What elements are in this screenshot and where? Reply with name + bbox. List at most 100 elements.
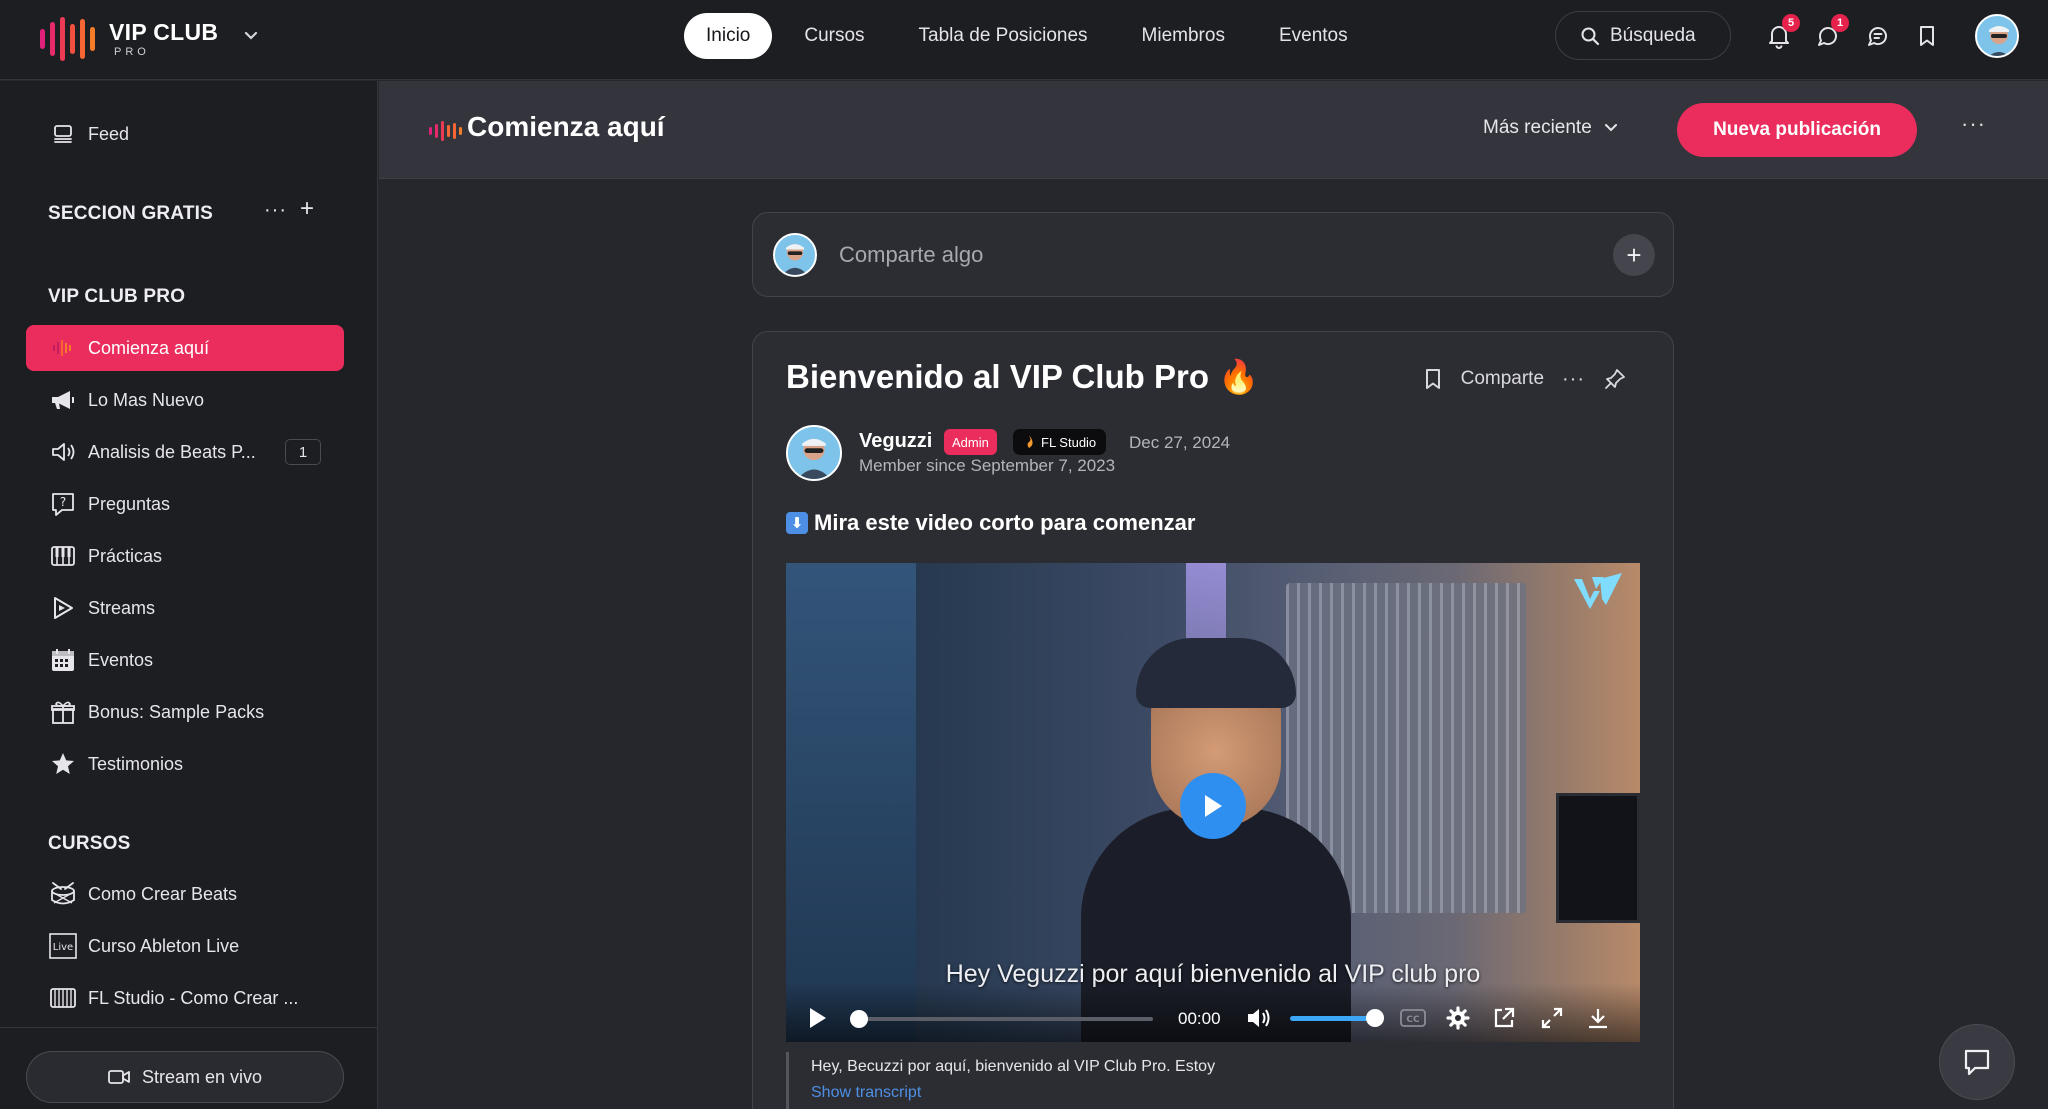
stream-live-button[interactable]: Stream en vivo — [26, 1051, 344, 1103]
nav-inicio[interactable]: Inicio — [684, 13, 773, 59]
sidebar: Feed SECCION GRATIS ··· + VIP CLUB PRO C… — [0, 81, 378, 1109]
bookmarks-button[interactable] — [1914, 22, 1940, 50]
sidebar-item-label: Comienza aquí — [88, 337, 210, 358]
new-post-button[interactable]: Nueva publicación — [1677, 103, 1917, 157]
more-options-icon[interactable]: ··· — [1961, 111, 1986, 137]
top-navigation-bar: VIP CLUB PRO Inicio Cursos Tabla de Posi… — [0, 0, 2048, 80]
author-avatar[interactable] — [786, 425, 842, 481]
settings-button[interactable] — [1446, 1005, 1470, 1031]
pin-icon[interactable] — [1603, 367, 1627, 391]
add-space-icon[interactable]: + — [300, 195, 314, 223]
play-control[interactable] — [808, 1005, 828, 1031]
chevron-down-icon — [1604, 124, 1617, 132]
sidebar-item-curso-ableton-live[interactable]: Live Curso Ableton Live — [26, 923, 344, 969]
chat-launcher-button[interactable] — [1939, 1024, 2015, 1100]
direct-messages-button[interactable] — [1865, 22, 1891, 50]
nav-eventos[interactable]: Eventos — [1257, 13, 1370, 59]
brand-bars-icon — [48, 333, 78, 363]
post-composer[interactable]: Comparte algo + — [752, 212, 1674, 297]
composer-placeholder[interactable]: Comparte algo — [839, 242, 983, 268]
gear-icon — [1446, 1006, 1470, 1030]
share-button[interactable]: Comparte — [1461, 368, 1544, 390]
sidebar-item-feed[interactable]: Feed — [26, 111, 344, 157]
brand-subtitle: PRO — [114, 45, 150, 58]
brand-bars-icon — [429, 121, 462, 141]
video-frame-monitor — [1556, 793, 1640, 923]
sidebar-item-eventos[interactable]: Eventos — [26, 637, 344, 683]
arrow-down-icon: ⬇ — [786, 512, 808, 534]
vip-club-logo[interactable]: VIP CLUB PRO — [40, 16, 218, 62]
sidebar-item-bonus-sample-packs[interactable]: Bonus: Sample Packs — [26, 689, 344, 735]
post-intro-text: Mira este video corto para comenzar — [814, 510, 1196, 535]
sidebar-item-practicas[interactable]: Prácticas — [26, 533, 344, 579]
nav-cursos[interactable]: Cursos — [782, 13, 886, 59]
main-nav: Inicio Cursos Tabla de Posiciones Miembr… — [684, 13, 1380, 59]
bookmark-icon[interactable] — [1423, 367, 1443, 391]
play-icon — [48, 593, 78, 623]
sidebar-item-testimonios[interactable]: Testimonios — [26, 741, 344, 787]
sidebar-item-fl-studio[interactable]: FL Studio - Como Crear ... — [26, 975, 344, 1021]
messages-badge: 1 — [1831, 14, 1849, 32]
notifications-button[interactable]: 5 — [1766, 14, 1800, 50]
play-button-large[interactable] — [1180, 773, 1246, 839]
video-camera-icon — [108, 1070, 130, 1084]
show-transcript-link[interactable]: Show transcript — [811, 1084, 1640, 1102]
video-watermark-logo — [1570, 569, 1626, 627]
video-controls: 00:00 CC — [786, 983, 1640, 1042]
post-options-icon[interactable]: ··· — [1562, 368, 1585, 391]
sidebar-item-lo-mas-nuevo[interactable]: Lo Mas Nuevo — [26, 377, 344, 423]
bookmark-icon — [1920, 26, 1934, 46]
post-title[interactable]: Bienvenido al VIP Club Pro 🔥 — [786, 358, 1259, 397]
drum-icon — [48, 879, 78, 909]
sidebar-item-preguntas[interactable]: ? Preguntas — [26, 481, 344, 527]
popout-button[interactable] — [1492, 1005, 1516, 1031]
sidebar-item-label: Feed — [88, 123, 130, 144]
sidebar-item-label: Curso Ableton Live — [88, 935, 240, 956]
chat-bubble-icon — [1964, 1049, 1990, 1076]
user-avatar[interactable] — [1975, 14, 2019, 58]
seek-handle[interactable] — [850, 1010, 868, 1028]
external-link-icon — [1494, 1007, 1515, 1028]
fl-studio-icon — [1027, 436, 1033, 448]
sidebar-item-label: Analisis de Beats P... — [88, 441, 256, 462]
piano-icon — [48, 541, 78, 571]
svg-text:CC: CC — [1406, 1015, 1420, 1025]
video-time: 00:00 — [1178, 1009, 1221, 1028]
video-player[interactable]: Hey Veguzzi por aquí bienvenido al VIP c… — [786, 563, 1640, 1042]
fl-studio-label: FL Studio — [1041, 434, 1097, 450]
sidebar-item-label: Streams — [88, 597, 156, 618]
section-heading-vip: VIP CLUB PRO — [48, 286, 186, 307]
seek-bar[interactable] — [858, 1017, 1153, 1021]
add-attachment-icon[interactable]: + — [1613, 234, 1655, 276]
sidebar-item-como-crear-beats[interactable]: Como Crear Beats — [26, 871, 344, 917]
sort-label: Más reciente — [1483, 117, 1592, 138]
play-icon — [810, 1008, 826, 1028]
sidebar-item-label: Como Crear Beats — [88, 883, 238, 904]
section-heading-courses: CURSOS — [48, 833, 131, 854]
sidebar-item-comienza-aqui[interactable]: Comienza aquí — [26, 325, 344, 371]
search-button[interactable]: Búsqueda — [1555, 11, 1731, 60]
fullscreen-button[interactable] — [1540, 1005, 1564, 1031]
stream-live-label: Stream en vivo — [141, 1066, 263, 1087]
transcript-text: Hey, Becuzzi por aquí, bienvenido al VIP… — [811, 1058, 1216, 1075]
author-name[interactable]: Veguzzi — [859, 430, 932, 453]
captions-button[interactable]: CC — [1400, 1005, 1426, 1031]
section-options-icon[interactable]: ··· — [264, 199, 287, 222]
post-actions: Comparte ··· — [1405, 367, 1627, 391]
nav-tabla-de-posiciones[interactable]: Tabla de Posiciones — [897, 13, 1110, 59]
search-icon — [1581, 27, 1600, 45]
volume-control[interactable] — [1246, 1005, 1274, 1031]
volume-slider[interactable] — [1290, 1016, 1374, 1021]
volume-handle[interactable] — [1366, 1009, 1384, 1027]
chevron-down-icon[interactable] — [244, 28, 258, 44]
sort-dropdown[interactable]: Más reciente — [1483, 117, 1618, 139]
star-icon — [48, 749, 78, 779]
calendar-icon — [48, 645, 78, 675]
download-button[interactable] — [1586, 1005, 1610, 1031]
closed-captions-icon: CC — [1400, 1009, 1426, 1027]
nav-miembros[interactable]: Miembros — [1120, 13, 1247, 59]
messages-button[interactable]: 1 — [1815, 14, 1849, 50]
sidebar-item-streams[interactable]: Streams — [26, 585, 344, 631]
feed-icon — [48, 119, 78, 149]
question-icon: ? — [48, 489, 78, 519]
